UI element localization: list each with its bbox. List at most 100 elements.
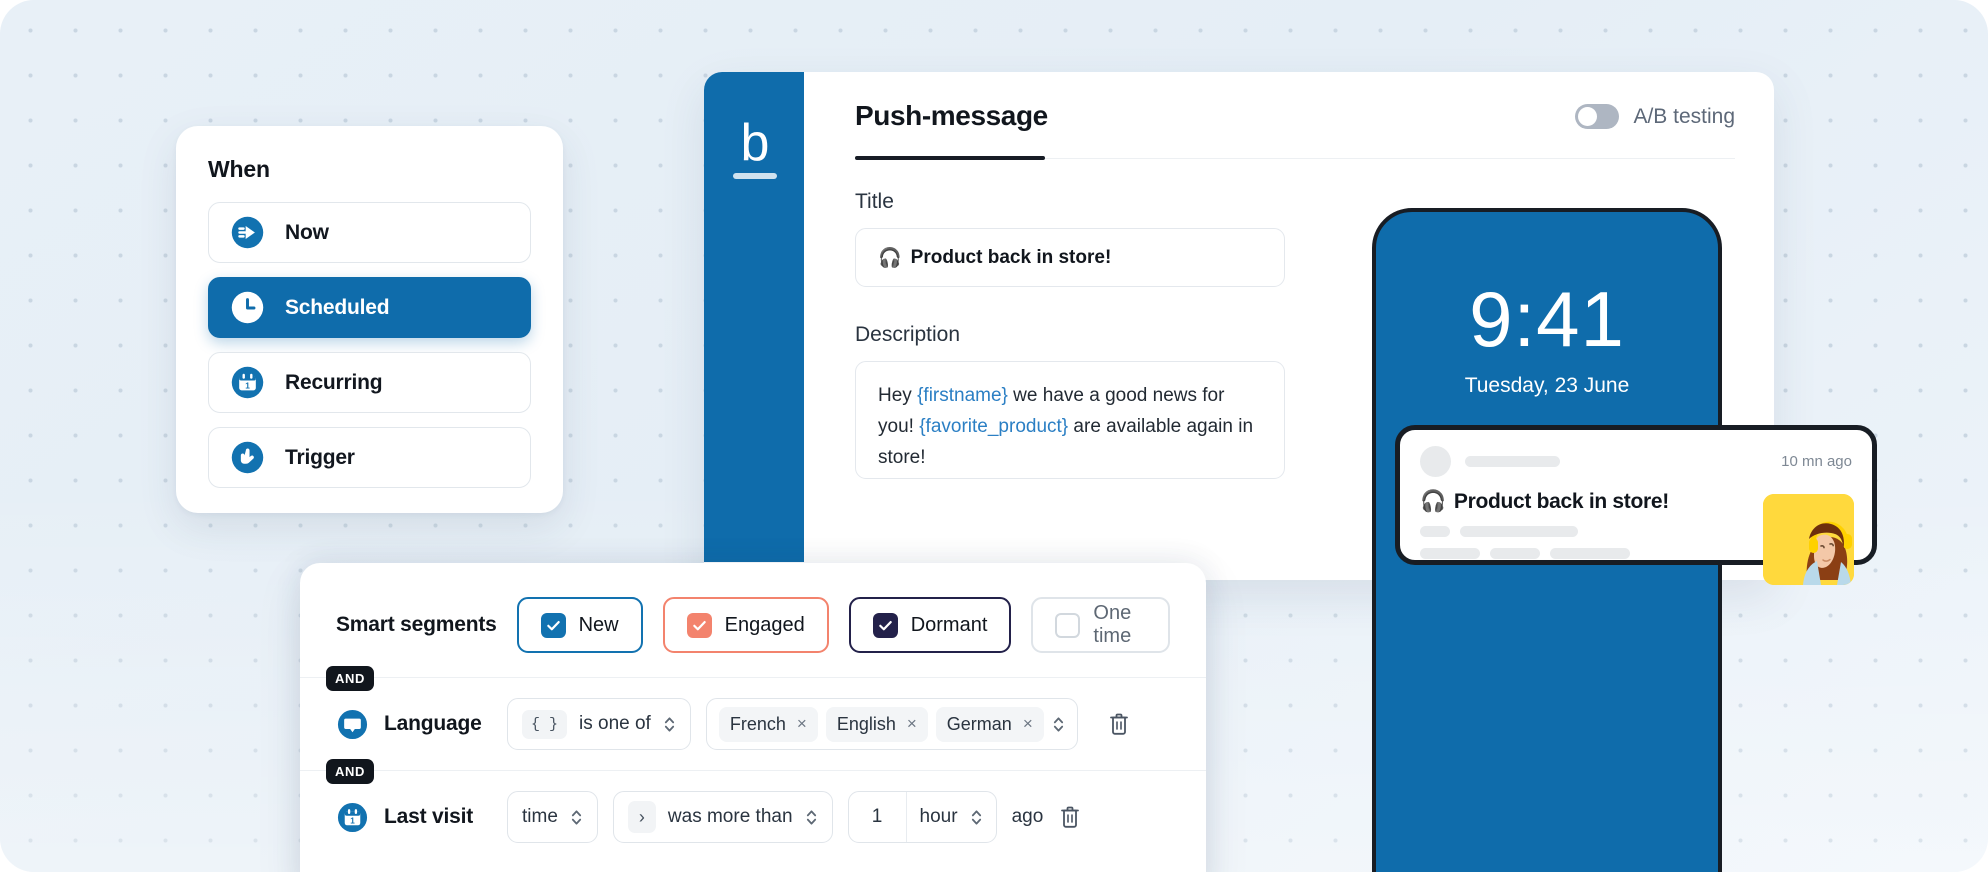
language-tag-english[interactable]: English × [825,706,928,742]
last-visit-field-select[interactable]: time [507,791,598,843]
when-option-now[interactable]: Now [208,202,531,263]
ab-testing-label: A/B testing [1633,104,1735,128]
segment-chip-engaged[interactable]: Engaged [662,597,829,653]
skeleton-bar [1490,548,1540,559]
operator-type-badge: { } [522,709,568,739]
when-options-list: Now Scheduled 1 Recurring Trigger [208,202,531,488]
token-favorite-product: {favorite_product} [919,416,1069,437]
remove-tag-icon[interactable]: × [797,714,807,734]
chevron-up-down-icon [971,809,981,825]
segment-chip-new[interactable]: New [516,597,643,653]
headphones-icon: 🎧 [878,247,902,269]
smart-segments-card: Smart segments New Engaged Dormant One t… [300,563,1206,872]
comparator-badge: › [627,801,656,833]
chevron-up-down-icon[interactable] [1052,715,1065,734]
segment-chip-label: New [578,613,619,636]
unit-value: hour [919,806,958,827]
connector-and-2: AND [326,759,374,784]
check-icon [878,620,892,630]
speech-bubble-icon [337,709,368,739]
clock-icon [231,291,264,324]
svg-text:1: 1 [350,816,355,825]
when-option-scheduled[interactable]: Scheduled [208,277,531,338]
push-notification-card[interactable]: 10 mn ago 🎧 Product back in store! [1395,425,1877,585]
brand-logo-underline [733,173,777,179]
segment-chip-one-time[interactable]: One time [1031,597,1170,653]
skeleton-bar [1460,526,1578,537]
when-option-label: Recurring [285,370,383,394]
language-tag-german[interactable]: German × [935,706,1044,742]
tag-label: English [836,713,896,734]
avatar [1420,446,1451,477]
calendar-repeat-icon: 1 [231,366,264,399]
field-value: time [522,806,558,827]
checkbox-checked[interactable] [686,612,712,638]
checkbox-unchecked[interactable] [1055,612,1081,638]
when-option-trigger[interactable]: Trigger [208,427,531,488]
description-text-1: Hey [878,385,918,406]
segment-chip-label: One time [1093,602,1132,647]
segment-chip-label: Dormant [910,613,988,636]
rule-row-language: Language { } is one of French × English … [336,678,1170,770]
send-fast-forward-icon [231,216,264,249]
calendar-date-icon: 1 [337,802,368,832]
segment-chip-label: Engaged [724,613,805,636]
app-canvas: When Now Scheduled 1 Recurring Trigger b… [0,0,1988,872]
skeleton-bar [1420,526,1450,537]
notification-header: 10 mn ago [1420,446,1852,477]
rule-name-language: Language [384,712,482,735]
ab-testing-toggle[interactable] [1575,104,1620,129]
duration-unit-select[interactable]: hour [907,806,996,828]
rule-name-last-visit: Last visit [384,805,474,828]
chevron-up-down-icon [571,809,581,825]
delete-rule-icon[interactable] [1107,711,1131,737]
notification-title-text: Product back in store! [1453,490,1669,513]
tag-label: French [729,713,786,734]
phone-clock-time: 9:41 [1469,275,1625,363]
smart-segments-row: Smart segments New Engaged Dormant One t… [336,597,1170,653]
check-icon [692,620,706,630]
panel-header: Push-message A/B testing [855,100,1735,160]
when-card: When Now Scheduled 1 Recurring Trigger [176,126,563,513]
description-textarea[interactable]: Hey {firstname} we have a good news for … [855,361,1285,479]
toggle-knob [1578,107,1598,126]
remove-tag-icon[interactable]: × [1023,714,1033,734]
active-tab-underline [855,156,1045,160]
headphones-icon: 🎧 [1420,490,1446,513]
ab-testing-control[interactable]: A/B testing [1575,104,1735,129]
chevron-up-down-icon [664,716,674,732]
language-tag-french[interactable]: French × [718,706,818,742]
last-visit-comparator-select[interactable]: › was more than [612,791,833,843]
chevron-up-down-icon [806,809,816,825]
notification-thumbnail [1763,494,1854,585]
pointing-hand-icon [231,441,264,474]
checkbox-checked[interactable] [540,612,566,638]
duration-suffix-label: ago [1011,806,1044,827]
duration-amount-input[interactable]: 1 [849,792,907,842]
skeleton-app-name [1465,456,1560,467]
segment-chip-dormant[interactable]: Dormant [848,597,1012,653]
title-input-value: Product back in store! [910,246,1112,268]
when-option-label: Scheduled [285,295,390,319]
when-card-title: When [208,156,270,182]
remove-tag-icon[interactable]: × [907,714,917,734]
skeleton-bar [1550,548,1630,559]
description-text-2: we have a good news [1007,385,1197,406]
woman-with-headphones-image [1763,494,1854,585]
rule-row-last-visit: 1 Last visit time › was more than 1 hour… [336,771,1170,863]
title-input[interactable]: 🎧 Product back in store! [855,228,1285,287]
when-option-recurring[interactable]: 1 Recurring [208,352,531,413]
comparator-value: was more than [667,806,793,827]
skeleton-bar [1420,548,1480,559]
connector-and-1: AND [326,666,374,691]
operator-value: is one of [579,713,651,734]
last-visit-duration[interactable]: 1 hour [847,791,997,843]
svg-text:1: 1 [245,380,250,390]
tag-label: German [946,713,1012,734]
language-tags-input[interactable]: French × English × German × [705,698,1078,750]
brand-logo: b [727,117,783,179]
delete-rule-icon[interactable] [1058,804,1082,830]
language-operator-select[interactable]: { } is one of [507,698,691,750]
phone-clock-date: Tuesday, 23 June [1464,374,1630,397]
checkbox-checked[interactable] [872,612,898,638]
